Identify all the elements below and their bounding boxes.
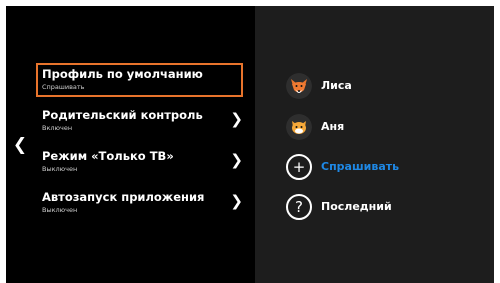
- menu-item-default-profile[interactable]: Профиль по умолчанию Спрашивать: [36, 63, 243, 97]
- menu-item-parental-control[interactable]: Родительский контроль Включен ❯: [36, 104, 243, 138]
- profile-name: Последний: [321, 200, 392, 213]
- menu-item-label: Родительский контроль: [42, 108, 203, 122]
- profile-option-cat[interactable]: Аня: [286, 114, 476, 140]
- menu-item-label: Автозапуск приложения: [42, 190, 205, 204]
- chevron-right-icon: ❯: [230, 151, 243, 169]
- profile-options-panel: [255, 6, 494, 283]
- tv-settings-screen: ❮ Профиль по умолчанию Спрашивать Родите…: [6, 6, 494, 283]
- menu-item-value: Выключен: [42, 165, 78, 173]
- plus-icon: +: [286, 154, 312, 180]
- fox-avatar-icon: [286, 73, 312, 99]
- profile-name: Аня: [321, 120, 345, 133]
- chevron-left-icon: ❮: [12, 135, 28, 155]
- profile-option-fox[interactable]: Лиса: [286, 73, 476, 99]
- settings-menu-panel: ❮ Профиль по умолчанию Спрашивать Родите…: [6, 6, 255, 283]
- profile-option-last[interactable]: ? Последний: [286, 194, 476, 220]
- profile-name: Лиса: [321, 79, 352, 92]
- menu-item-app-autostart[interactable]: Автозапуск приложения Выключен ❯: [36, 186, 243, 220]
- menu-item-value: Выключен: [42, 206, 78, 214]
- back-button[interactable]: ❮: [12, 136, 28, 154]
- menu-item-label: Режим «Только ТВ»: [42, 149, 174, 163]
- chevron-right-icon: ❯: [230, 192, 243, 210]
- cat-avatar-icon: [286, 114, 312, 140]
- menu-item-label: Профиль по умолчанию: [42, 67, 203, 81]
- menu-item-value: Спрашивать: [42, 83, 85, 91]
- question-icon: ?: [286, 194, 312, 220]
- menu-item-value: Включен: [42, 124, 73, 132]
- profile-option-ask[interactable]: + Спрашивать: [286, 154, 476, 180]
- chevron-right-icon: ❯: [230, 110, 243, 128]
- menu-item-tv-only-mode[interactable]: Режим «Только ТВ» Выключен ❯: [36, 145, 243, 179]
- profile-name: Спрашивать: [321, 160, 400, 173]
